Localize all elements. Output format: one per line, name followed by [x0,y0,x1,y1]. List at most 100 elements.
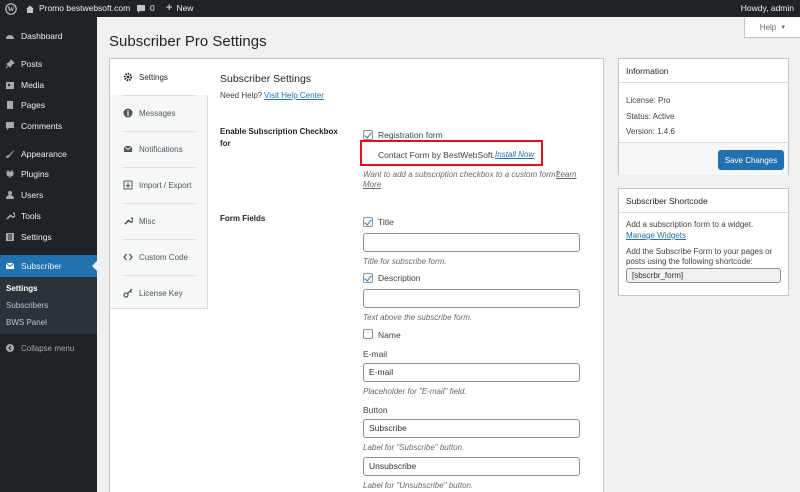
custom-form-note: Want to add a subscription checkbox to a… [363,170,560,179]
tab-notifications[interactable]: Notifications [110,131,207,167]
registration-form-checkbox[interactable] [363,130,373,140]
site-name: Promo bestwebsoft.com [39,3,131,13]
sidebar-item-comments[interactable]: Comments [0,117,97,135]
site-name-link[interactable]: Promo bestwebsoft.com [25,0,130,17]
license-text: License: Pro [626,96,671,105]
form-fields-label: Form Fields [220,214,266,223]
sidebar-item-label: Settings [21,232,52,242]
email-placeholder-input[interactable]: E-mail [363,363,580,382]
pin-icon [5,59,15,69]
manage-widgets-link[interactable]: Manage Widgets [626,231,686,240]
tab-misc[interactable]: Misc [110,203,207,239]
settings-content: Subscriber Settings Need Help? Visit Hel… [208,59,605,492]
shortcode-field[interactable]: [sbscrbr_form] [626,268,781,283]
tab-settings[interactable]: Settings [110,59,209,95]
tab-messages[interactable]: Messages [110,95,207,131]
envelope-icon [5,262,15,269]
sidebar-item-pages[interactable]: Pages [0,96,97,114]
wordpress-logo-icon[interactable]: W [5,0,17,17]
submenu-settings[interactable]: Settings [6,284,38,293]
sidebar-item-posts[interactable]: Posts [0,55,97,73]
unsubscribe-label-input[interactable]: Unsubscribe [363,457,580,476]
description-checkbox[interactable] [363,273,373,283]
settings-tabs: Settings Messages Notifications Import /… [110,59,209,311]
widget-text: Add a subscription form to a widget. [626,220,754,229]
help-center-link[interactable]: Visit Help Center [264,91,324,100]
main-content: Help ▼ Subscriber Pro Settings Settings … [97,17,800,492]
tab-license-key[interactable]: License Key [110,275,207,311]
gear-icon [123,72,133,82]
shortcode-text-1: Add the Subscribe Form to your pages or [626,247,773,256]
plus-icon: + [166,2,173,14]
tab-label: Messages [139,108,176,118]
envelope-icon [123,145,133,152]
settings-panel: Settings Messages Notifications Import /… [109,58,604,492]
admin-sidebar: Dashboard Posts Media Pages Comments App… [0,17,97,492]
learn-more-link-2[interactable]: More [363,180,381,189]
sidebar-item-settings[interactable]: Settings [0,228,97,246]
howdy-account[interactable]: Howdy, admin [741,0,794,17]
plug-icon [6,170,14,178]
tab-divider [123,275,195,276]
tab-divider [123,95,195,96]
sidebar-item-label: Posts [21,59,43,69]
tab-label: Notifications [139,144,183,154]
comments-link[interactable]: 0 [136,0,155,17]
title-input[interactable] [363,233,580,252]
tab-custom-code[interactable]: Custom Code [110,239,207,275]
sidebar-item-tools[interactable]: Tools [0,207,97,225]
comments-count: 0 [150,3,155,13]
import-export-icon [123,180,133,190]
subscribe-label-input[interactable]: Subscribe [363,419,580,438]
wrench-icon [124,217,133,225]
help-label: Help [759,23,777,32]
comment-icon [6,122,14,130]
tab-label: Import / Export [139,180,192,190]
button-label: Button [363,405,388,415]
sidebar-item-label: Tools [21,211,41,221]
user-icon [6,191,14,199]
dashboard-icon [6,35,14,39]
sidebar-item-media[interactable]: Media [0,76,97,94]
sidebar-item-dashboard[interactable]: Dashboard [0,27,97,45]
new-content-link[interactable]: + New [166,0,193,17]
sidebar-item-label: Users [21,190,44,200]
version-text: Version: 1.4.6 [626,127,675,136]
chevron-down-icon: ▼ [780,24,787,31]
title-checkbox[interactable] [363,217,373,227]
new-label: New [176,3,194,13]
submenu-bws-panel[interactable]: BWS Panel [6,318,47,327]
description-input[interactable] [363,289,580,308]
sidebar-item-plugins[interactable]: Plugins [0,165,97,183]
page-title: Subscriber Pro Settings [109,33,267,50]
wrench-icon [6,212,15,220]
email-description: Placeholder for "E-mail" field. [363,387,467,396]
registration-form-label: Registration form [378,130,443,140]
sidebar-item-users[interactable]: Users [0,186,97,204]
sidebar-item-label: Subscriber [21,261,62,271]
sidebar-item-subscriber[interactable]: Subscriber [0,255,97,277]
save-changes-button[interactable]: Save Changes [718,150,784,170]
enable-checkbox-label-for: for [220,139,231,148]
sidebar-item-label: Dashboard [21,31,63,41]
name-checkbox[interactable] [363,329,373,339]
learn-more-link[interactable]: Learn [556,170,576,179]
brush-icon [6,150,14,158]
tab-divider [123,131,195,132]
key-icon [123,288,133,298]
sidebar-item-appearance[interactable]: Appearance [0,145,97,163]
sidebar-item-label: Media [21,80,45,90]
tab-label: Custom Code [139,252,188,262]
collapse-menu[interactable]: Collapse menu [0,339,97,357]
subscriber-submenu: Settings Subscribers BWS Panel [0,277,97,334]
code-icon [123,253,133,261]
information-heading: Information [619,59,788,83]
submenu-subscribers[interactable]: Subscribers [6,301,48,310]
tab-import-export[interactable]: Import / Export [110,167,207,203]
email-label: E-mail [363,349,388,359]
media-icon [6,82,14,89]
title-description: Title for subscribe form. [363,257,447,266]
title-label: Title [378,217,394,227]
shortcode-box: Subscriber Shortcode Add a subscription … [618,188,789,296]
help-button[interactable]: Help ▼ [744,18,800,38]
